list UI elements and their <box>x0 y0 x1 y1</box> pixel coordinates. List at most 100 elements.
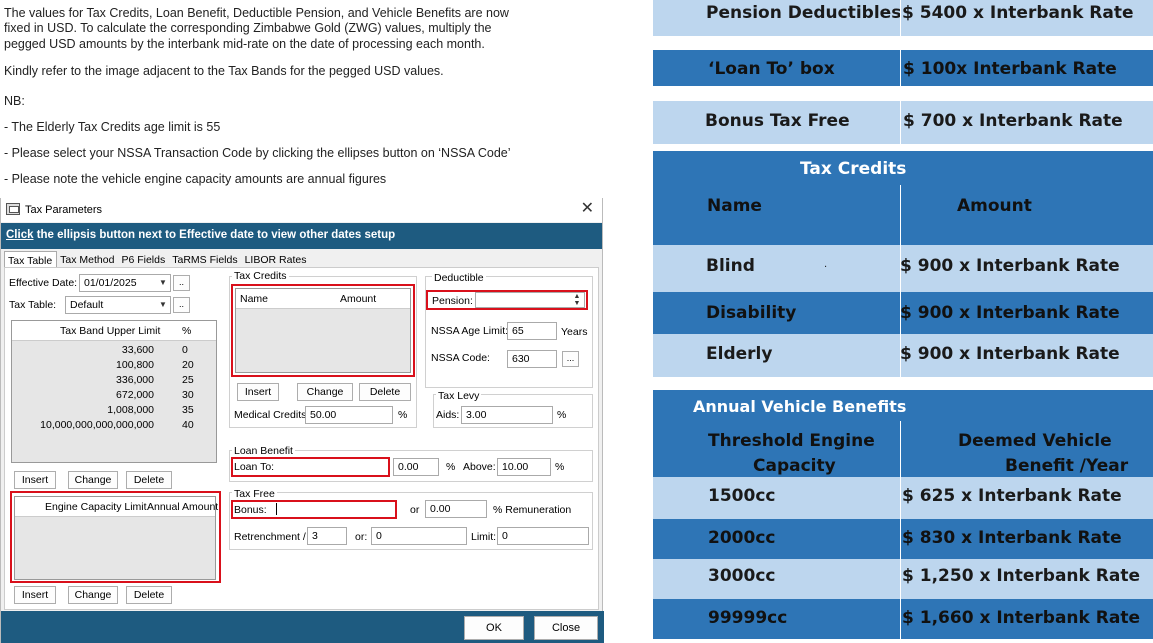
column-divider <box>900 0 901 36</box>
dialog-titlebar: Tax Parameters ✕ <box>1 198 602 222</box>
close-button[interactable]: Close <box>534 616 598 640</box>
band-limit: 33,600 <box>121 344 154 356</box>
band-limit: 672,000 <box>116 389 154 401</box>
engine-change-button[interactable]: Change <box>68 586 118 604</box>
credits-header-amount: Amount <box>957 196 1032 216</box>
note-nssa-code: - Please select your NSSA Transaction Co… <box>4 146 511 160</box>
tab-tarms-fields[interactable]: TaRMS Fields <box>169 251 241 268</box>
pension-value: $ 5400 x Interbank Rate <box>902 3 1134 23</box>
tax-table-panel: Effective Date: 01/01/2025 ▼ .. Tax Table… <box>4 267 599 610</box>
credits-delete-button[interactable]: Delete <box>359 383 411 401</box>
tab-strip: Tax Table Tax Method P6 Fields TaRMS Fie… <box>4 251 310 268</box>
tax-table-label: Tax Table: <box>9 299 57 311</box>
aids-label: Aids: <box>436 409 460 421</box>
credits-change-button[interactable]: Change <box>297 383 353 401</box>
pegged-tax-credits-title: Tax Credits <box>800 159 907 179</box>
vehicle-header-row: Threshold Engine Capacity Deemed Vehicle B… <box>653 421 1153 477</box>
nssa-code-ellipsis-button[interactable]: ... <box>562 351 579 367</box>
retrenchment-field[interactable]: 3 <box>307 527 347 545</box>
engine-delete-button[interactable]: Delete <box>126 586 172 604</box>
column-divider <box>900 421 901 639</box>
loan-to-field[interactable]: 0.00 <box>393 458 439 476</box>
close-icon[interactable]: ✕ <box>581 200 594 218</box>
tab-tax-table[interactable]: Tax Table <box>4 251 58 268</box>
credit-name: Elderly <box>706 344 773 364</box>
column-divider <box>900 50 901 144</box>
instruction-line-2: fixed in USD. To calculate the correspon… <box>4 21 492 35</box>
vehicle-cc: 1500cc <box>708 486 776 506</box>
credit-value: $ 900 x Interbank Rate <box>900 256 1120 276</box>
text-cursor <box>276 503 277 515</box>
loan-pct: % <box>446 461 456 473</box>
dialog-footer: OK Close <box>1 611 604 643</box>
band-limit: 100,800 <box>116 359 154 371</box>
tax-table-value: Default <box>70 299 104 311</box>
limit-field[interactable]: 0 <box>497 527 589 545</box>
bands-change-button[interactable]: Change <box>68 471 118 489</box>
effective-date-ellipsis-button[interactable]: .. <box>173 275 190 291</box>
stray-dot: . <box>824 259 828 270</box>
tax-table-select[interactable]: Default ▼ <box>65 296 171 314</box>
bands-delete-button[interactable]: Delete <box>126 471 172 489</box>
bonus-label: Bonus: <box>234 504 267 516</box>
window-app-icon <box>6 203 20 215</box>
band-percent: 40 <box>182 419 194 431</box>
band-percent: 20 <box>182 359 194 371</box>
retrenchment-or-field[interactable]: 0 <box>371 527 467 545</box>
pension-row: Pension Deductibles $ 5400 x Interbank R… <box>653 0 1153 36</box>
vehicle-header-capacity-l2: Capacity <box>753 456 836 476</box>
credit-name: Disability <box>706 303 797 323</box>
nssa-code-field[interactable]: 630 <box>507 350 557 368</box>
band-percent: 35 <box>182 404 194 416</box>
band-limit: 336,000 <box>116 374 154 386</box>
tax-bands-grid[interactable]: Tax Band Upper Limit % 33,600 0 100,800 20… <box>11 320 217 463</box>
aids-field[interactable]: 3.00 <box>461 406 553 424</box>
tab-libor-rates[interactable]: LIBOR Rates <box>242 251 311 268</box>
bonus-or-field[interactable]: 0.00 <box>425 500 487 518</box>
retrenchment-or-label: or: <box>355 531 368 543</box>
above-field[interactable]: 10.00 <box>497 458 551 476</box>
retrenchment-label: Retrenchment / <box>234 531 306 543</box>
credits-header-name: Name <box>707 196 762 216</box>
effective-date-field[interactable]: 01/01/2025 ▼ <box>79 274 171 292</box>
nssa-age-label: NSSA Age Limit: <box>431 325 509 337</box>
tax-credits-title-row: Tax Credits <box>653 151 1153 185</box>
tab-p6-fields[interactable]: P6 Fields <box>118 251 169 268</box>
tax-table-ellipsis-button[interactable]: .. <box>173 297 190 313</box>
bonus-name: Bonus Tax Free <box>705 111 850 131</box>
band-percent: 30 <box>182 389 194 401</box>
medical-credits-label: Medical Credits: <box>234 409 310 421</box>
aids-pct: % <box>557 409 567 421</box>
medical-credits-pct: % <box>398 409 408 421</box>
vehicle-value: $ 625 x Interbank Rate <box>902 486 1122 506</box>
credit-value: $ 900 x Interbank Rate <box>900 303 1120 323</box>
bonus-or-label: or <box>410 504 420 516</box>
vehicle-header-benefit-l2: Benefit /Year <box>1005 456 1129 476</box>
vehicle-value: $ 1,250 x Interbank Rate <box>902 566 1140 586</box>
nb-label: NB: <box>4 94 25 108</box>
instruction-line-4: Kindly refer to the image adjacent to th… <box>4 64 444 78</box>
deductible-title: Deductible <box>432 272 486 284</box>
chevron-down-icon[interactable]: ▼ <box>157 298 169 312</box>
chevron-down-icon[interactable]: ▼ <box>157 276 169 290</box>
bands-insert-button[interactable]: Insert <box>14 471 56 489</box>
engine-insert-button[interactable]: Insert <box>14 586 56 604</box>
banner-text: the ellipsis button next to Effective da… <box>33 229 396 241</box>
tab-tax-method[interactable]: Tax Method <box>57 251 118 268</box>
credits-insert-button[interactable]: Insert <box>237 383 279 401</box>
note-elderly-age: - The Elderly Tax Credits age limit is 5… <box>4 120 221 134</box>
loan-benefit-title: Loan Benefit <box>232 445 295 457</box>
engine-grid-highlight <box>10 491 221 583</box>
tax-credits-header-row: Name Amount <box>653 185 1153 245</box>
ok-button[interactable]: OK <box>464 616 524 640</box>
nssa-age-field[interactable]: 65 <box>507 322 557 340</box>
col-header-percent: % <box>182 325 192 337</box>
vehicle-cc: 3000cc <box>708 566 776 586</box>
loan-name: ‘Loan To’ box <box>708 59 835 79</box>
nssa-code-label: NSSA Code: <box>431 352 490 364</box>
vehicle-row-2000: 2000cc $ 830 x Interbank Rate <box>653 519 1153 559</box>
medical-credits-field[interactable]: 50.00 <box>305 406 393 424</box>
limit-label: Limit: <box>471 531 497 543</box>
vehicle-header-benefit-l1: Deemed Vehicle <box>958 431 1112 451</box>
col-header-band-limit: Tax Band Upper Limit <box>60 325 161 337</box>
